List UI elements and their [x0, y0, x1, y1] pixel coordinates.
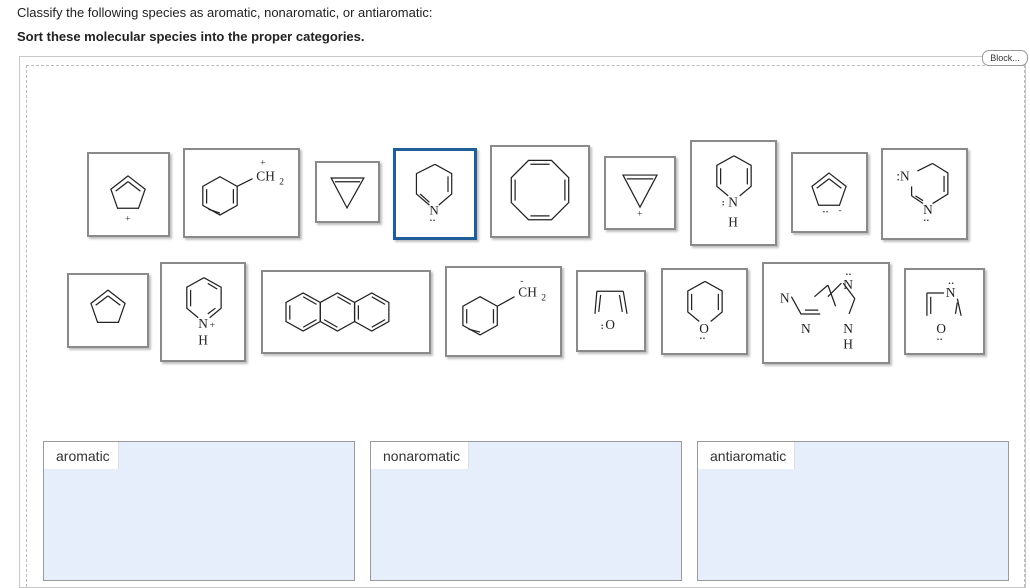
- blocks-button[interactable]: Block...: [982, 50, 1028, 66]
- question-prompt: Classify the following species as aromat…: [17, 5, 433, 20]
- nitrogen-label-1: :N: [896, 169, 910, 184]
- tile-purine[interactable]: N N N N H ··: [762, 262, 890, 364]
- lone-pair: ··: [822, 208, 828, 218]
- tile-cyclopentadienyl-cation[interactable]: +: [87, 152, 170, 237]
- sort-instruction: Sort these molecular species into the pr…: [17, 29, 365, 44]
- tile-cyclopropene[interactable]: [315, 161, 380, 223]
- bin-antiaromatic[interactable]: antiaromatic: [697, 441, 1009, 581]
- molecule-drawing: N : H: [716, 155, 752, 229]
- molecule-drawing: +: [621, 174, 659, 220]
- tile-cyclopentadienyl-anion[interactable]: ·· -: [791, 152, 868, 233]
- lone-pair: ··: [699, 334, 705, 345]
- hydrogen-label: H: [728, 214, 738, 229]
- oxygen-label: O: [936, 321, 946, 336]
- tile-anthracene[interactable]: [261, 270, 431, 354]
- tile-furan[interactable]: O :: [576, 270, 646, 352]
- tile-pyran[interactable]: O ··: [661, 268, 748, 355]
- hydrogen-label: H: [198, 332, 208, 347]
- molecule-drawing: N ·· O ··: [926, 279, 962, 345]
- molecule-drawing: O ··: [687, 280, 723, 345]
- charge-label: +: [210, 321, 215, 331]
- group-subscript: 2: [541, 293, 546, 304]
- nitrogen-label-3: N: [801, 321, 811, 336]
- group-label: CH: [518, 285, 537, 300]
- group-subscript: 2: [279, 176, 284, 187]
- molecule-drawing: [285, 292, 390, 332]
- molecule-drawing: [90, 289, 126, 323]
- nitrogen-label-1: N: [780, 290, 790, 305]
- tile-oxazole[interactable]: N ·· O ··: [904, 268, 985, 355]
- molecule-drawing: :N N ··: [896, 162, 949, 227]
- charge-label: +: [125, 215, 130, 225]
- tile-benzyl-cation[interactable]: CH 2 +: [183, 148, 300, 238]
- tile-benzyl-anion[interactable]: CH 2 -: [445, 266, 562, 357]
- bin-aromatic[interactable]: aromatic: [43, 441, 355, 581]
- molecule-drawing: N + H: [186, 277, 222, 347]
- tile-cyclopentadiene[interactable]: [67, 273, 149, 348]
- oxygen-label: O: [605, 317, 615, 332]
- molecule-drawing: ·· -: [811, 172, 847, 218]
- lone-pair-n: ··: [948, 279, 954, 289]
- tile-cyclooctatetraene[interactable]: [490, 145, 590, 238]
- nitrogen-label: N: [198, 316, 208, 331]
- molecule-drawing: [330, 177, 365, 210]
- charge-label: +: [637, 210, 642, 220]
- charge-label: -: [520, 275, 523, 286]
- group-label: CH: [256, 169, 275, 184]
- molecule-drawing: CH 2 -: [462, 275, 546, 336]
- nitrogen-label: N: [728, 194, 738, 209]
- molecule-drawing: O :: [594, 290, 628, 332]
- tile-pyridinium[interactable]: N + H: [160, 262, 246, 362]
- charge-label: +: [260, 157, 265, 168]
- lone-pair: :: [601, 322, 604, 332]
- nitrogen-label-4: N: [843, 321, 853, 336]
- charge-label: -: [839, 206, 842, 216]
- bin-nonaromatic[interactable]: nonaromatic: [370, 441, 682, 581]
- molecule-drawing: +: [110, 175, 146, 225]
- bin-label-nonaromatic: nonaromatic: [371, 442, 470, 469]
- nitrogen-label: N: [429, 202, 439, 217]
- bin-label-aromatic: aromatic: [44, 442, 119, 469]
- molecule-drawing: CH 2 +: [202, 157, 284, 216]
- lone-pair: :: [722, 197, 725, 208]
- molecule-drawing: N ··: [415, 163, 453, 227]
- bin-label-antiaromatic: antiaromatic: [698, 442, 796, 469]
- molecule-drawing: [510, 159, 570, 221]
- hydrogen-label: H: [843, 337, 853, 352]
- tile-dihydropyridine[interactable]: N ··: [393, 148, 477, 240]
- tile-pyrimidine[interactable]: :N N ··: [881, 148, 968, 240]
- tile-dihydropyridine-nh[interactable]: N : H: [690, 140, 777, 246]
- lone-pair: ··: [845, 269, 851, 280]
- tile-cyclopropenyl-cation[interactable]: +: [604, 156, 676, 230]
- lone-pair-o: ··: [936, 335, 942, 345]
- molecule-drawing: N N N N H ··: [780, 269, 856, 352]
- lone-pair: ··: [429, 217, 435, 227]
- lone-pair: ··: [923, 216, 929, 227]
